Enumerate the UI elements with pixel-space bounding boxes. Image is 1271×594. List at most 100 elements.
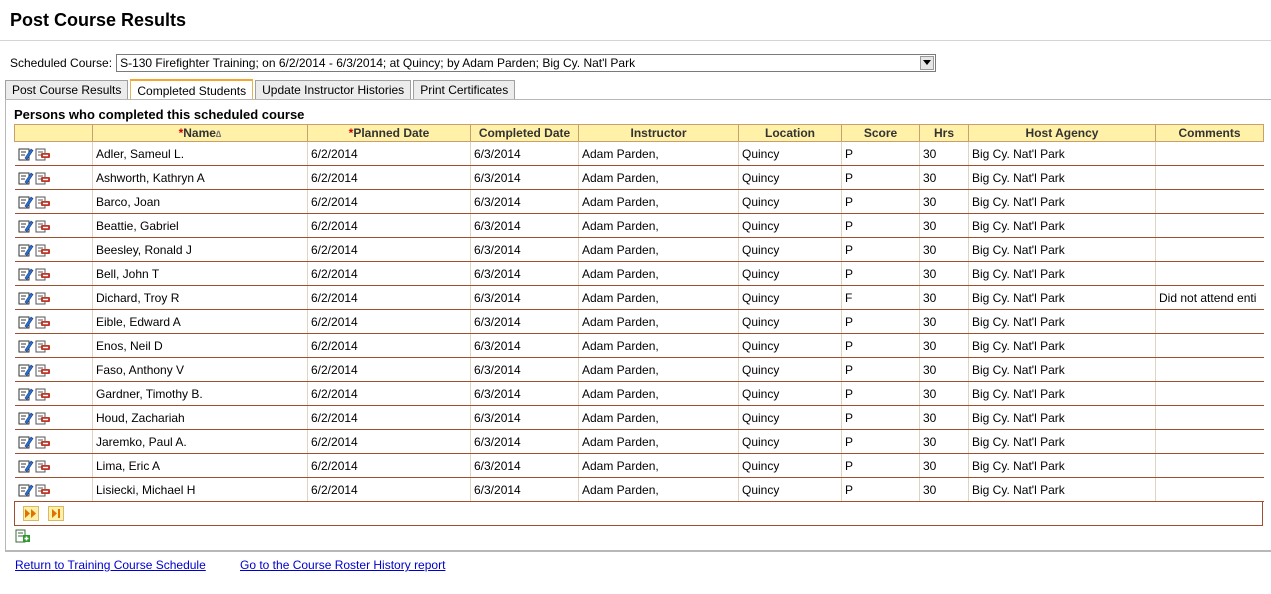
delete-icon[interactable] — [35, 291, 51, 305]
edit-icon[interactable] — [18, 435, 34, 449]
edit-icon[interactable] — [18, 147, 34, 161]
tab-bar: Post Course Results Completed Students U… — [5, 79, 517, 100]
delete-icon[interactable] — [35, 195, 51, 209]
table-header-row: *Name∆ *Planned Date Completed Date Inst… — [14, 124, 1264, 142]
col-header-completed-date[interactable]: Completed Date — [470, 124, 579, 142]
cell-planned-date: 6/2/2014 — [307, 381, 471, 406]
cell-planned-date: 6/2/2014 — [307, 189, 471, 214]
delete-icon[interactable] — [35, 435, 51, 449]
col-header-hrs[interactable]: Hrs — [919, 124, 969, 142]
cell-completed-date: 6/3/2014 — [470, 189, 579, 214]
cell-location: Quincy — [738, 309, 842, 334]
cell-completed-date: 6/3/2014 — [470, 381, 579, 406]
next-page-icon[interactable] — [23, 506, 39, 521]
delete-icon[interactable] — [35, 267, 51, 281]
cell-location: Quincy — [738, 285, 842, 310]
cell-host-agency: Big Cy. Nat'l Park — [968, 237, 1156, 262]
cell-hrs: 30 — [919, 309, 969, 334]
cell-instructor: Adam Parden, — [578, 477, 739, 502]
col-header-host-agency[interactable]: Host Agency — [968, 124, 1156, 142]
delete-icon[interactable] — [35, 315, 51, 329]
edit-icon[interactable] — [18, 291, 34, 305]
cell-name: Lisiecki, Michael H — [92, 477, 308, 502]
edit-icon[interactable] — [18, 363, 34, 377]
cell-location: Quincy — [738, 189, 842, 214]
cell-instructor: Adam Parden, — [578, 237, 739, 262]
edit-icon[interactable] — [18, 387, 34, 401]
edit-icon[interactable] — [18, 411, 34, 425]
cell-name: Lima, Eric A — [92, 453, 308, 478]
col-header-name-label: Name — [183, 126, 216, 140]
col-header-score[interactable]: Score — [841, 124, 920, 142]
cell-hrs: 30 — [919, 429, 969, 454]
cell-score: P — [841, 357, 920, 382]
col-header-instructor[interactable]: Instructor — [578, 124, 739, 142]
delete-icon[interactable] — [35, 363, 51, 377]
cell-host-agency: Big Cy. Nat'l Park — [968, 189, 1156, 214]
cell-score: P — [841, 381, 920, 406]
edit-icon[interactable] — [18, 483, 34, 497]
delete-icon[interactable] — [35, 219, 51, 233]
col-header-comments[interactable]: Comments — [1155, 124, 1264, 142]
return-to-schedule-link[interactable]: Return to Training Course Schedule — [15, 558, 206, 572]
cell-instructor: Adam Parden, — [578, 309, 739, 334]
tab-update-instructor-histories[interactable]: Update Instructor Histories — [255, 80, 412, 99]
tab-post-course-results[interactable]: Post Course Results — [5, 80, 129, 99]
cell-planned-date: 6/2/2014 — [307, 285, 471, 310]
dropdown-arrow-icon[interactable] — [920, 56, 935, 70]
add-record-icon[interactable] — [15, 529, 31, 543]
edit-icon[interactable] — [18, 315, 34, 329]
cell-location: Quincy — [738, 213, 842, 238]
cell-hrs: 30 — [919, 165, 969, 190]
row-actions — [14, 381, 93, 406]
edit-icon[interactable] — [18, 171, 34, 185]
cell-host-agency: Big Cy. Nat'l Park — [968, 165, 1156, 190]
course-select[interactable]: S-130 Firefighter Training; on 6/2/2014 … — [116, 54, 937, 72]
row-actions — [14, 309, 93, 334]
footer-divider — [5, 551, 1271, 552]
delete-icon[interactable] — [35, 147, 51, 161]
tab-print-certificates[interactable]: Print Certificates — [413, 80, 516, 99]
cell-location: Quincy — [738, 477, 842, 502]
cell-hrs: 30 — [919, 141, 969, 166]
edit-icon[interactable] — [18, 219, 34, 233]
cell-score: P — [841, 237, 920, 262]
cell-name: Ashworth, Kathryn A — [92, 165, 308, 190]
cell-completed-date: 6/3/2014 — [470, 237, 579, 262]
cell-location: Quincy — [738, 333, 842, 358]
edit-icon[interactable] — [18, 243, 34, 257]
col-header-planned-date[interactable]: *Planned Date — [307, 124, 471, 142]
edit-icon[interactable] — [18, 459, 34, 473]
cell-planned-date: 6/2/2014 — [307, 405, 471, 430]
tab-completed-students[interactable]: Completed Students — [130, 79, 254, 100]
sort-ascending-icon: ∆ — [215, 129, 222, 139]
table-row: Barco, Joan 6/2/2014 6/3/2014 Adam Parden, Q… — [14, 189, 1264, 214]
table-row: Beattie, Gabriel 6/2/2014 6/3/2014 Adam Par… — [14, 213, 1264, 238]
delete-icon[interactable] — [35, 459, 51, 473]
cell-comments — [1155, 165, 1264, 190]
col-header-name[interactable]: *Name∆ — [92, 124, 308, 142]
cell-name: Jaremko, Paul A. — [92, 429, 308, 454]
cell-instructor: Adam Parden, — [578, 165, 739, 190]
cell-instructor: Adam Parden, — [578, 381, 739, 406]
cell-score: P — [841, 141, 920, 166]
cell-planned-date: 6/2/2014 — [307, 309, 471, 334]
delete-icon[interactable] — [35, 411, 51, 425]
delete-icon[interactable] — [35, 387, 51, 401]
cell-planned-date: 6/2/2014 — [307, 453, 471, 478]
cell-planned-date: 6/2/2014 — [307, 237, 471, 262]
delete-icon[interactable] — [35, 171, 51, 185]
delete-icon[interactable] — [35, 243, 51, 257]
delete-icon[interactable] — [35, 483, 51, 497]
col-header-actions — [14, 124, 93, 142]
edit-icon[interactable] — [18, 195, 34, 209]
last-page-icon[interactable] — [48, 506, 64, 521]
cell-name: Beattie, Gabriel — [92, 213, 308, 238]
course-roster-history-link[interactable]: Go to the Course Roster History report — [240, 558, 445, 572]
table-row: Ashworth, Kathryn A 6/2/2014 6/3/2014 Adam … — [14, 165, 1264, 190]
edit-icon[interactable] — [18, 339, 34, 353]
col-header-location[interactable]: Location — [738, 124, 842, 142]
cell-completed-date: 6/3/2014 — [470, 477, 579, 502]
delete-icon[interactable] — [35, 339, 51, 353]
edit-icon[interactable] — [18, 267, 34, 281]
